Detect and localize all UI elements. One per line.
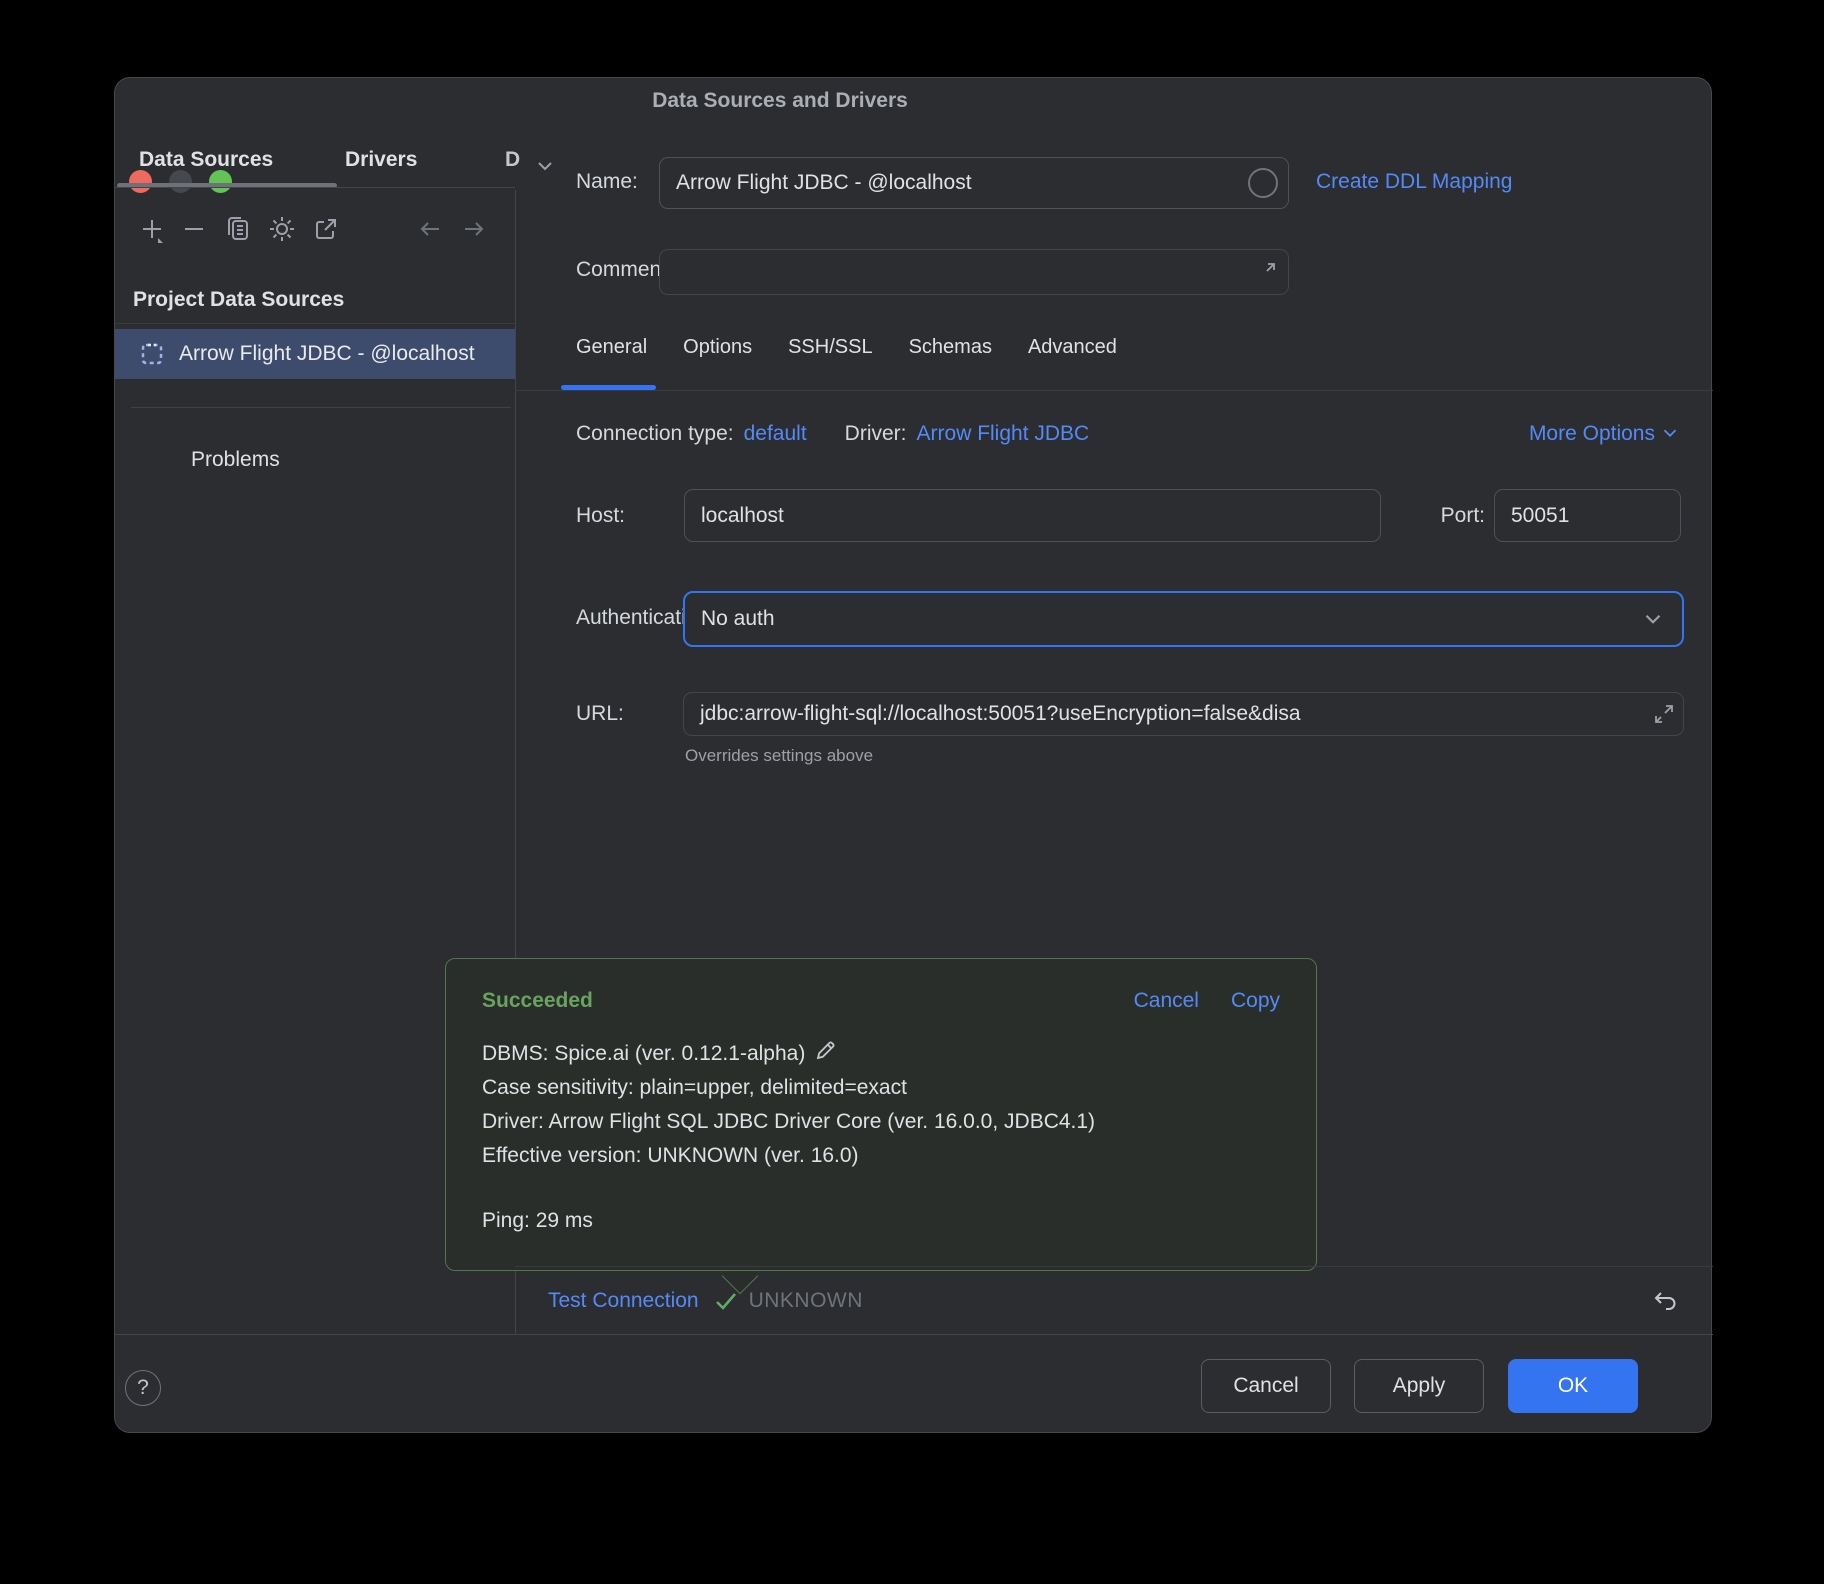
minimize-window-button[interactable] (169, 170, 192, 193)
zoom-window-button[interactable] (209, 170, 232, 193)
port-label: Port: (1415, 504, 1485, 528)
driver-line: Driver: Arrow Flight SQL JDBC Driver Cor… (482, 1105, 1095, 1139)
connection-type-label: Connection type: (576, 422, 734, 446)
tab-ssh-ssl[interactable]: SSH/SSL (788, 336, 872, 365)
popup-copy-link[interactable]: Copy (1231, 989, 1280, 1013)
expand-icon[interactable] (1651, 701, 1677, 727)
form-tab-divider (515, 390, 1713, 391)
pencil-icon[interactable] (813, 1039, 837, 1063)
port-value: 50051 (1511, 504, 1569, 528)
form-tabbar: General Options SSH/SSL Schemas Advanced (576, 336, 1117, 365)
dbms-line: DBMS: Spice.ai (ver. 0.12.1-alpha) (482, 1042, 805, 1065)
tab-general[interactable]: General (576, 336, 647, 365)
popup-details: DBMS: Spice.ai (ver. 0.12.1-alpha) Case … (482, 1037, 1095, 1173)
form-footer-divider (515, 1266, 1713, 1267)
tab-options[interactable]: Options (683, 336, 752, 365)
url-input[interactable]: jdbc:arrow-flight-sql://localhost:50051?… (683, 692, 1684, 736)
gear-icon[interactable] (267, 214, 297, 244)
tab-advanced[interactable]: Advanced (1028, 336, 1117, 365)
back-icon[interactable] (415, 214, 445, 244)
name-label: Name: (576, 170, 638, 194)
url-value: jdbc:arrow-flight-sql://localhost:50051?… (700, 702, 1301, 726)
test-connection-result-popup: Succeeded Cancel Copy DBMS: Spice.ai (ve… (445, 958, 1317, 1271)
case-sensitivity-line: Case sensitivity: plain=upper, delimited… (482, 1071, 1095, 1105)
forward-icon[interactable] (459, 214, 489, 244)
authentication-select[interactable]: No auth (683, 591, 1684, 647)
tab-drivers[interactable]: Drivers (345, 148, 417, 172)
data-sources-dialog: Data Sources and Drivers Data Sources Dr… (114, 77, 1712, 1433)
tabbar-divider (115, 187, 515, 188)
undo-icon[interactable] (1647, 1284, 1683, 1320)
screen-background: Data Sources and Drivers Data Sources Dr… (0, 0, 1824, 1584)
driver-value-link[interactable]: Arrow Flight JDBC (917, 422, 1090, 446)
refresh-ring-icon (1248, 168, 1278, 198)
port-input[interactable]: 50051 (1494, 489, 1681, 542)
status-badge: Succeeded (482, 989, 1102, 1013)
connection-status: UNKNOWN (749, 1289, 863, 1313)
tab-data-sources[interactable]: Data Sources (139, 148, 273, 172)
bottombar-divider (115, 1334, 1713, 1335)
name-value: Arrow Flight JDBC - @localhost (676, 171, 972, 195)
close-window-button[interactable] (129, 170, 152, 193)
effective-version-line: Effective version: UNKNOWN (ver. 16.0) (482, 1139, 1095, 1173)
expand-icon[interactable] (1254, 260, 1278, 284)
connection-type-value[interactable]: default (744, 422, 807, 446)
test-connection-link[interactable]: Test Connection (548, 1289, 699, 1313)
data-source-label: Arrow Flight JDBC - @localhost (179, 342, 475, 366)
host-label: Host: (576, 504, 625, 528)
duplicate-icon[interactable] (223, 214, 253, 244)
list-item-arrow-flight-jdbc[interactable]: Arrow Flight JDBC - @localhost (115, 329, 515, 379)
tab-ddl-truncated[interactable]: D (505, 148, 520, 172)
popup-cancel-link[interactable]: Cancel (1134, 989, 1199, 1013)
window-title: Data Sources and Drivers (515, 89, 1045, 113)
apply-button[interactable]: Apply (1354, 1359, 1484, 1413)
ok-button[interactable]: OK (1508, 1359, 1638, 1413)
chevron-down-icon[interactable] (533, 154, 557, 178)
cancel-button[interactable]: Cancel (1201, 1359, 1331, 1413)
check-icon (713, 1288, 739, 1314)
connection-type-row: Connection type: default Driver: Arrow F… (576, 422, 1089, 446)
url-hint: Overrides settings above (685, 746, 873, 766)
more-options-label: More Options (1529, 422, 1655, 445)
tree-section-divider (131, 407, 511, 408)
comment-input[interactable] (659, 249, 1289, 295)
add-icon[interactable] (137, 214, 167, 244)
project-data-sources-header: Project Data Sources (133, 288, 344, 312)
chevron-down-icon (1659, 422, 1681, 444)
export-icon[interactable] (311, 214, 341, 244)
url-label: URL: (576, 702, 624, 726)
create-ddl-mapping-link[interactable]: Create DDL Mapping (1316, 170, 1513, 194)
host-value: localhost (701, 504, 784, 528)
more-options-link[interactable]: More Options (1505, 422, 1681, 446)
driver-label: Driver: (845, 422, 907, 446)
chevron-down-icon (1640, 606, 1666, 632)
remove-icon[interactable] (179, 214, 209, 244)
host-input[interactable]: localhost (684, 489, 1381, 542)
authentication-value: No auth (701, 607, 775, 631)
ping-line: Ping: 29 ms (482, 1209, 593, 1233)
data-source-icon (141, 343, 163, 365)
tab-schemas[interactable]: Schemas (909, 336, 992, 365)
help-button[interactable]: ? (125, 1370, 161, 1406)
tree-divider (115, 323, 515, 324)
list-item-problems[interactable]: Problems (191, 448, 280, 472)
name-input[interactable]: Arrow Flight JDBC - @localhost (659, 157, 1289, 209)
